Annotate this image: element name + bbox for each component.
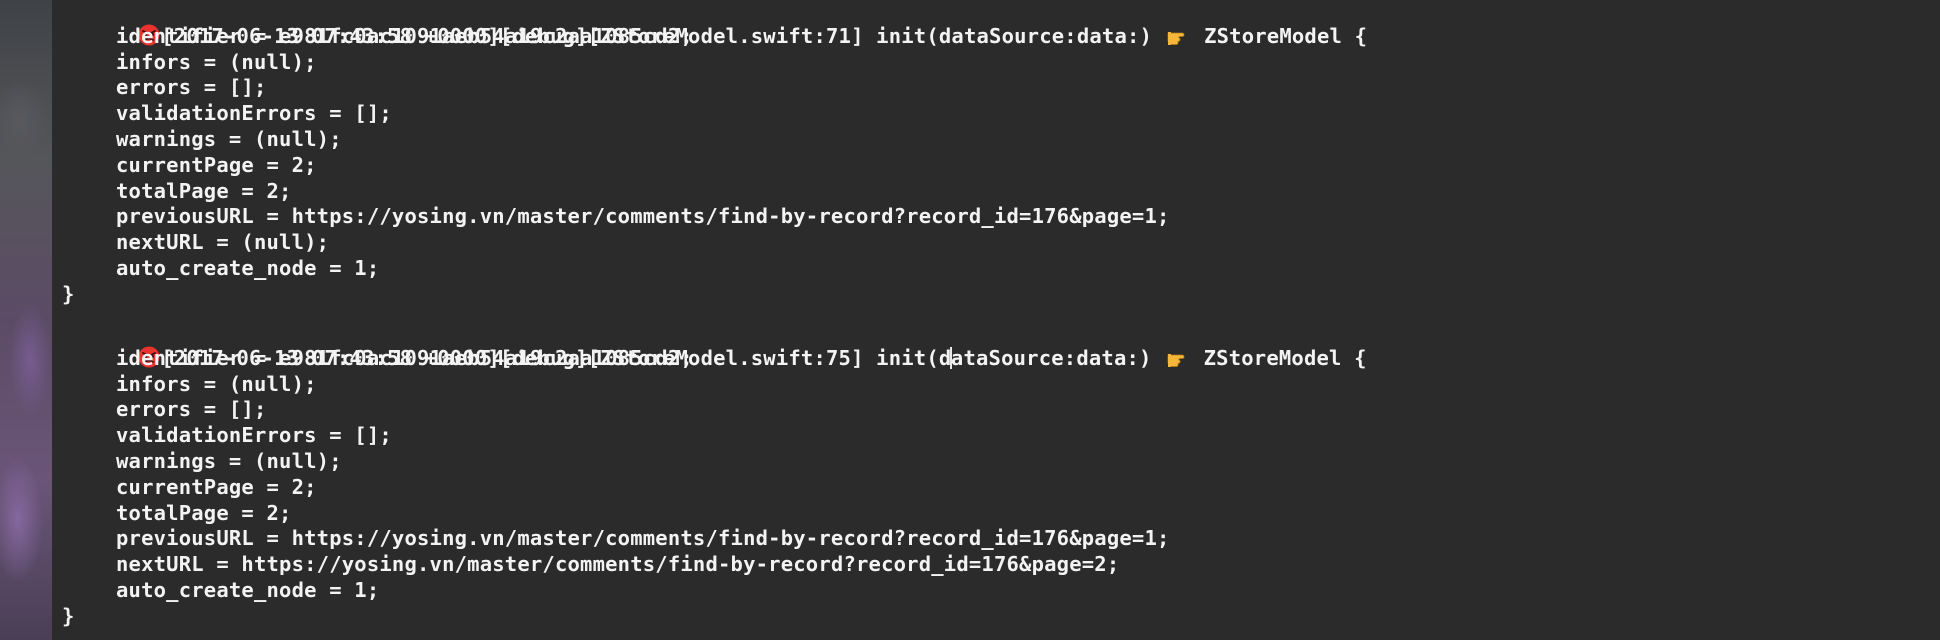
log-header-suffix: ZStoreModel { [1204,23,1368,48]
log-field: nextURL = (null); [116,230,330,255]
log-field: previousURL = https://yosing.vn/master/c… [116,526,1170,551]
log-field: warnings = (null); [116,126,342,151]
log-field: infors = (null); [116,49,317,74]
log-field: nextURL = https://yosing.vn/master/comme… [116,552,1120,577]
log-header-prefix-rest: ataSource:data:) [950,345,1152,370]
log-header: [2017-06-13 07:43:58 +0000][debug][ZStor… [62,0,1367,48]
debug-console[interactable]: [2017-06-13 07:43:58 +0000][debug][ZStor… [52,0,1940,640]
log-field: totalPage = 2; [116,178,292,203]
log-field: totalPage = 2; [116,500,292,525]
pointing-hand-icon [1166,24,1190,46]
log-field: currentPage = 2; [116,152,317,177]
log-field: previousURL = https://yosing.vn/master/c… [116,204,1170,229]
log-closing-brace: } [62,281,75,306]
log-field: errors = []; [116,75,267,100]
log-entry: [2017-06-13 07:43:58 +0000][debug][ZStor… [62,320,1367,630]
log-closing-brace: } [62,603,75,628]
log-field: infors = (null); [116,371,317,396]
log-field: auto_create_node = 1; [116,577,380,602]
desktop-wallpaper-strip [0,0,52,640]
log-field: errors = []; [116,397,267,422]
log-field: validationErrors = []; [116,101,392,126]
log-header: [2017-06-13 07:43:58 +0000][debug][ZStor… [62,320,1367,370]
log-field: auto_create_node = 1; [116,255,380,280]
log-field: warnings = (null); [116,448,342,473]
pointing-hand-icon [1166,346,1190,368]
log-entry: [2017-06-13 07:43:58 +0000][debug][ZStor… [62,0,1367,308]
log-field: validationErrors = []; [116,423,392,448]
log-field: currentPage = 2; [116,474,317,499]
log-header-suffix: ZStoreModel { [1203,345,1367,370]
